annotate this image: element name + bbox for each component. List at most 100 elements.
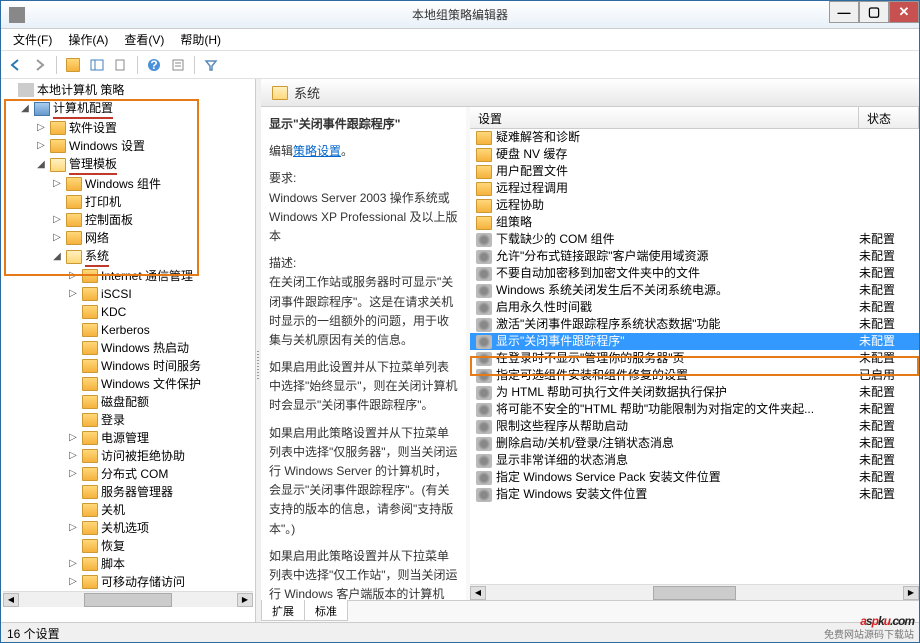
tree-item[interactable]: Windows 文件保护 bbox=[67, 375, 253, 393]
list-policy-row[interactable]: 将可能不安全的"HTML 帮助"功能限制为对指定的文件夹起...未配置 bbox=[470, 401, 919, 418]
cell-name: 删除启动/关机/登录/注销状态消息 bbox=[496, 435, 859, 452]
col-header-setting[interactable]: 设置 bbox=[470, 107, 859, 128]
back-button[interactable] bbox=[5, 54, 27, 76]
cell-name: 为 HTML 帮助可执行文件关闭数据执行保护 bbox=[496, 384, 859, 401]
tree-admin-templates[interactable]: ◢管理模板 bbox=[35, 155, 253, 175]
tree-item[interactable]: Windows 热启动 bbox=[67, 339, 253, 357]
list-folder-row[interactable]: 远程过程调用 bbox=[470, 180, 919, 197]
list-policy-row[interactable]: 启用永久性时间戳未配置 bbox=[470, 299, 919, 316]
tab-standard[interactable]: 标准 bbox=[304, 600, 348, 621]
menu-action[interactable]: 操作(A) bbox=[60, 29, 116, 50]
tree-item[interactable]: ▷iSCSI bbox=[67, 285, 253, 303]
tree-windows-settings[interactable]: ▷Windows 设置 bbox=[35, 137, 253, 155]
list-policy-row[interactable]: 显示非常详细的状态消息未配置 bbox=[470, 452, 919, 469]
tree-item[interactable]: 关机 bbox=[67, 501, 253, 519]
tree-item[interactable]: ▷Internet 通信管理 bbox=[67, 267, 253, 285]
export-list-button[interactable] bbox=[110, 54, 132, 76]
forward-button[interactable] bbox=[29, 54, 51, 76]
filter-button[interactable] bbox=[200, 54, 222, 76]
tree-item[interactable]: ▷Windows 组件 bbox=[51, 175, 253, 193]
list-folder-row[interactable]: 组策略 bbox=[470, 214, 919, 231]
list-folder-row[interactable]: 用户配置文件 bbox=[470, 163, 919, 180]
tree-system[interactable]: ◢系统 bbox=[51, 247, 253, 267]
tree-item[interactable]: ▷网络 bbox=[51, 229, 253, 247]
tree-item[interactable]: ▷关机选项 bbox=[67, 519, 253, 537]
tree-item[interactable]: Kerberos bbox=[67, 321, 253, 339]
tree-label: 打印机 bbox=[85, 193, 121, 211]
cell-status: 未配置 bbox=[859, 384, 919, 401]
menu-help[interactable]: 帮助(H) bbox=[172, 29, 229, 50]
tree-item[interactable]: Windows 时间服务 bbox=[67, 357, 253, 375]
list-policy-row[interactable]: 为 HTML 帮助可执行文件关闭数据执行保护未配置 bbox=[470, 384, 919, 401]
list-policy-row[interactable]: 不要自动加密移到加密文件夹中的文件未配置 bbox=[470, 265, 919, 282]
up-button[interactable] bbox=[62, 54, 84, 76]
edit-policy-link[interactable]: 策略设置 bbox=[293, 144, 341, 158]
tab-extended[interactable]: 扩展 bbox=[261, 600, 304, 621]
status-bar: 16 个设置 bbox=[1, 622, 919, 642]
policy-icon bbox=[476, 267, 492, 281]
policy-icon bbox=[476, 454, 492, 468]
list-policy-row[interactable]: 删除启动/关机/登录/注销状态消息未配置 bbox=[470, 435, 919, 452]
policy-icon bbox=[476, 335, 492, 349]
list-policy-row[interactable]: 限制这些程序从帮助启动未配置 bbox=[470, 418, 919, 435]
cell-status: 未配置 bbox=[859, 231, 919, 248]
tree-item[interactable]: ▷分布式 COM bbox=[67, 465, 253, 483]
list-folder-row[interactable]: 疑难解答和诊断 bbox=[470, 129, 919, 146]
tree-item[interactable]: 服务器管理器 bbox=[67, 483, 253, 501]
cell-name: 远程过程调用 bbox=[496, 180, 859, 197]
tree-item[interactable]: 恢复 bbox=[67, 537, 253, 555]
tree-label: Windows 时间服务 bbox=[101, 357, 201, 375]
cell-status: 未配置 bbox=[859, 435, 919, 452]
list-hscrollbar[interactable]: ◀▶ bbox=[470, 584, 919, 600]
tree-label: 分布式 COM bbox=[101, 465, 168, 483]
cell-name: 用户配置文件 bbox=[496, 163, 859, 180]
menu-file[interactable]: 文件(F) bbox=[5, 29, 60, 50]
policy-icon bbox=[476, 352, 492, 366]
tree-item[interactable]: 打印机 bbox=[51, 193, 253, 211]
policy-icon bbox=[476, 420, 492, 434]
tree-item[interactable]: ▷可移动存储访问 bbox=[67, 573, 253, 591]
tree-item[interactable]: ▷电源管理 bbox=[67, 429, 253, 447]
minimize-button[interactable]: — bbox=[829, 1, 859, 23]
cell-name: 允许"分布式链接跟踪"客户端使用域资源 bbox=[496, 248, 859, 265]
tree-item[interactable]: ▷脚本 bbox=[67, 555, 253, 573]
col-header-status[interactable]: 状态 bbox=[859, 107, 919, 128]
list-policy-row[interactable]: 指定 Windows Service Pack 安装文件位置未配置 bbox=[470, 469, 919, 486]
menu-view[interactable]: 查看(V) bbox=[116, 29, 172, 50]
cell-status: 未配置 bbox=[859, 469, 919, 486]
tree-software-settings[interactable]: ▷软件设置 bbox=[35, 119, 253, 137]
list-body[interactable]: 疑难解答和诊断硬盘 NV 缓存用户配置文件远程过程调用远程协助组策略下载缺少的 … bbox=[470, 129, 919, 584]
watermark: aspku.com 免费网站源码下载站 bbox=[824, 600, 914, 641]
tree-computer-config[interactable]: ◢计算机配置 bbox=[19, 99, 253, 119]
tree-label: Kerberos bbox=[101, 321, 150, 339]
policy-icon bbox=[476, 233, 492, 247]
tree-item[interactable]: KDC bbox=[67, 303, 253, 321]
list-policy-row[interactable]: Windows 系统关闭发生后不关闭系统电源。未配置 bbox=[470, 282, 919, 299]
tree-item[interactable]: 登录 bbox=[67, 411, 253, 429]
tree-item[interactable]: ▷访问被拒绝协助 bbox=[67, 447, 253, 465]
splitter[interactable] bbox=[256, 79, 261, 622]
properties-button[interactable] bbox=[167, 54, 189, 76]
list-policy-row[interactable]: 允许"分布式链接跟踪"客户端使用域资源未配置 bbox=[470, 248, 919, 265]
window-title: 本地组策略编辑器 bbox=[412, 6, 508, 23]
list-policy-row[interactable]: 指定 Windows 安装文件位置未配置 bbox=[470, 486, 919, 503]
help-button[interactable]: ? bbox=[143, 54, 165, 76]
tree-item[interactable]: ▷控制面板 bbox=[51, 211, 253, 229]
list-policy-row[interactable]: 下载缺少的 COM 组件未配置 bbox=[470, 231, 919, 248]
list-policy-row[interactable]: 激活"关闭事件跟踪程序系统状态数据"功能未配置 bbox=[470, 316, 919, 333]
close-button[interactable]: ✕ bbox=[889, 1, 919, 23]
policy-icon bbox=[476, 488, 492, 502]
list-policy-row[interactable]: 显示"关闭事件跟踪程序"未配置 bbox=[470, 333, 919, 350]
list-folder-row[interactable]: 硬盘 NV 缓存 bbox=[470, 146, 919, 163]
navigation-tree-panel[interactable]: 本地计算机 策略 ◢计算机配置 ▷软件设置 ▷Windows 设置 ◢管理模板 … bbox=[1, 79, 256, 622]
list-policy-row[interactable]: 在登录时不显示"管理你的服务器"页未配置 bbox=[470, 350, 919, 367]
maximize-button[interactable]: ▢ bbox=[859, 1, 889, 23]
cell-name: 在登录时不显示"管理你的服务器"页 bbox=[496, 350, 859, 367]
toolbar: ? bbox=[1, 51, 919, 79]
list-folder-row[interactable]: 远程协助 bbox=[470, 197, 919, 214]
show-hide-tree-button[interactable] bbox=[86, 54, 108, 76]
list-policy-row[interactable]: 指定可选组件安装和组件修复的设置已启用 bbox=[470, 367, 919, 384]
tree-root[interactable]: 本地计算机 策略 bbox=[3, 81, 253, 99]
tree-hscrollbar[interactable]: ◀▶ bbox=[3, 591, 253, 607]
tree-item[interactable]: 磁盘配额 bbox=[67, 393, 253, 411]
